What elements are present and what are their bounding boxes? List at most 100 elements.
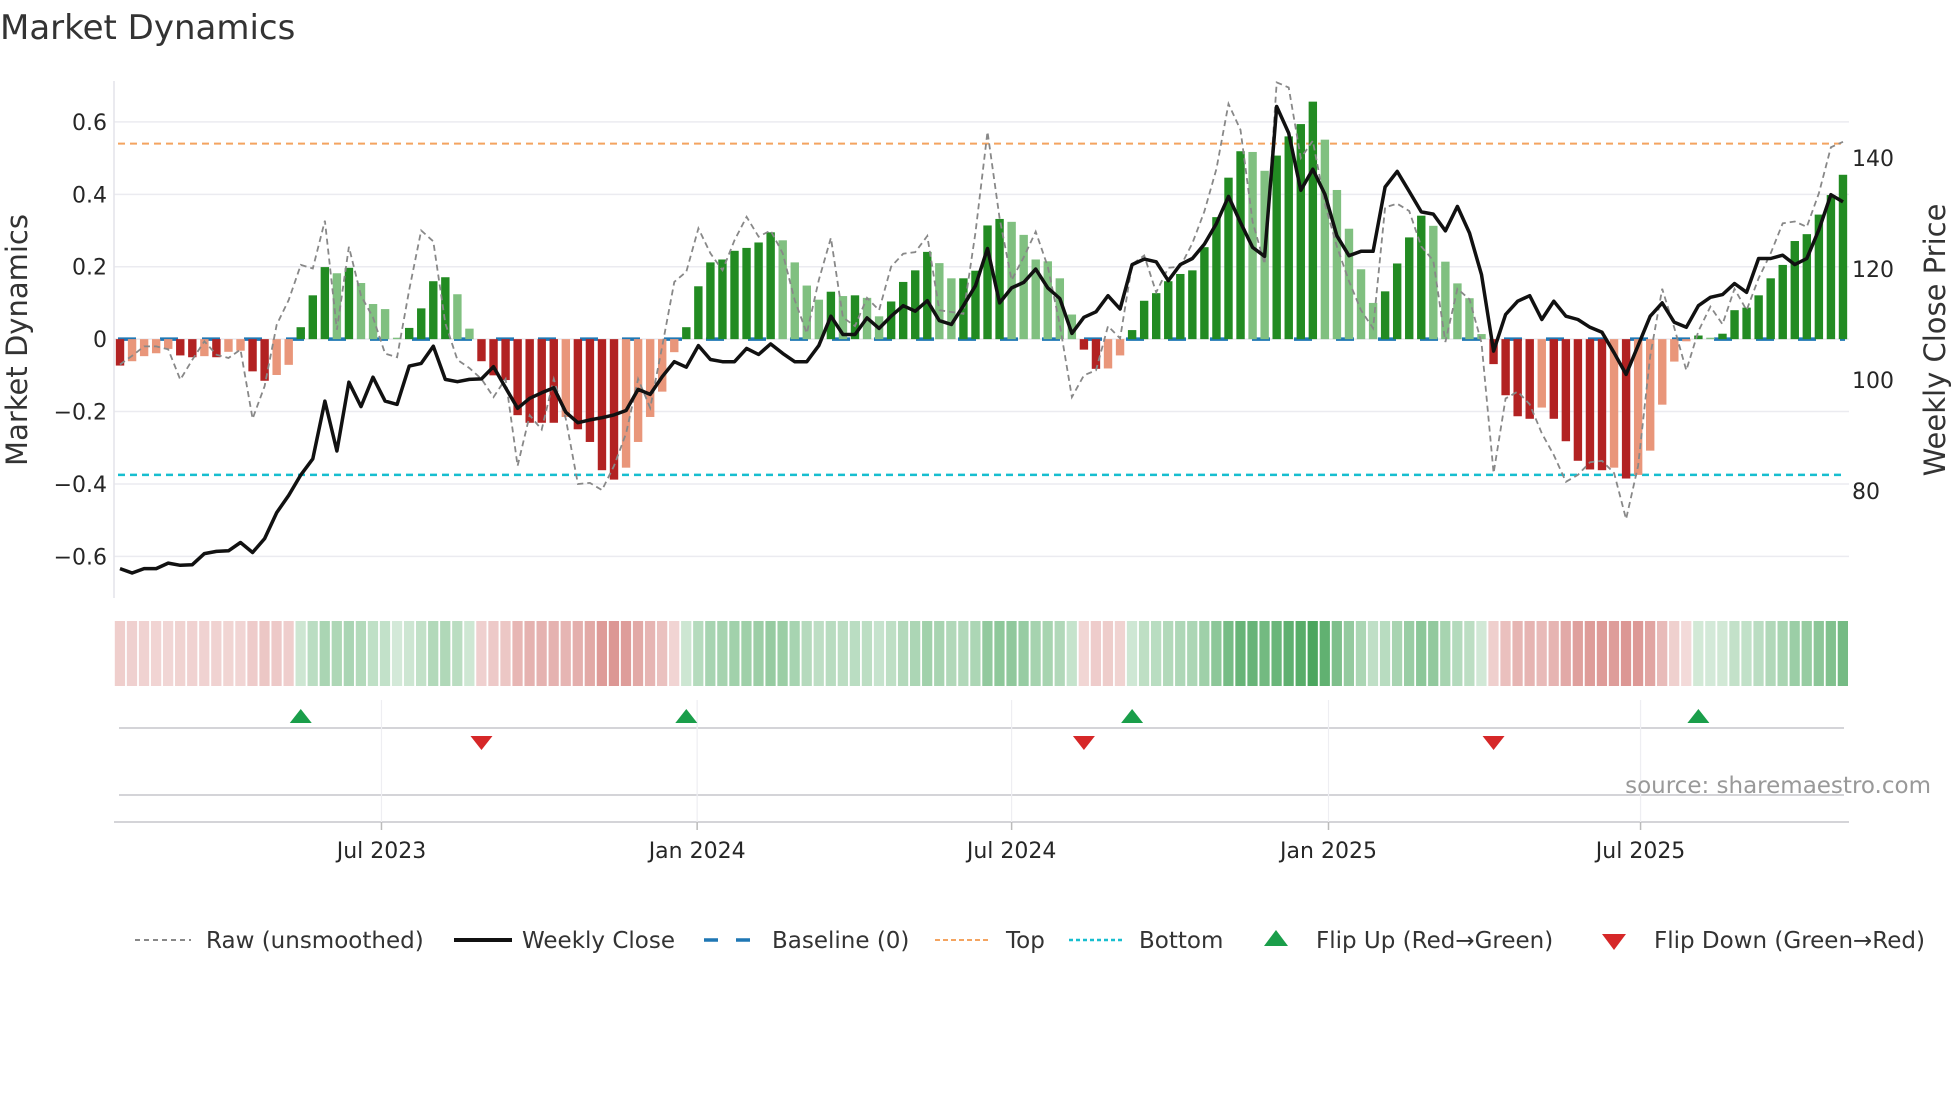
momentum-bar [983, 225, 992, 340]
x-tick-label: Jan 2024 [647, 839, 746, 864]
heat-cell [644, 621, 656, 686]
heat-cell [1608, 621, 1620, 686]
heat-cell [1163, 621, 1174, 686]
momentum-bar [1597, 339, 1607, 471]
heat-cell [476, 621, 487, 686]
heat-cell [1247, 621, 1258, 686]
heat-cell [1729, 621, 1740, 686]
momentum-bar [501, 339, 510, 381]
heat-cell [126, 621, 138, 686]
x-tick-label: Jan 2025 [1278, 839, 1377, 864]
heat-cell [1693, 621, 1704, 686]
heat-cell [970, 621, 981, 686]
momentum-bar [1380, 291, 1390, 340]
heat-cell [825, 621, 836, 686]
heat-cell [1632, 621, 1644, 686]
momentum-bar [224, 339, 233, 352]
momentum-bar [308, 295, 318, 340]
momentum-bar [453, 294, 462, 340]
legend-label-raw: Raw (unsmoothed) [206, 928, 424, 954]
momentum-bar [465, 328, 474, 340]
heat-cell [1102, 621, 1114, 686]
heat-cell [620, 621, 632, 686]
heat-cell [367, 621, 379, 686]
momentum-bar [1826, 195, 1836, 340]
heat-cell [548, 621, 559, 686]
momentum-bar [1043, 261, 1052, 340]
chart-title: Market Dynamics [0, 8, 295, 48]
momentum-bar [1754, 295, 1763, 340]
heat-cell [1404, 621, 1415, 686]
heat-cell [223, 621, 234, 686]
heat-cell [1669, 621, 1680, 686]
heat-cell [1066, 621, 1077, 686]
momentum-bar [1007, 221, 1016, 340]
heat-cell [162, 621, 174, 686]
momentum-bar [1790, 241, 1799, 340]
momentum-bar [525, 339, 534, 423]
heat-cell [175, 621, 186, 686]
legend-label-baseline: Baseline (0) [772, 928, 909, 954]
heat-cell [440, 621, 451, 686]
momentum-bar [248, 339, 257, 372]
heat-cell [1512, 621, 1523, 686]
heat-cell [199, 621, 210, 686]
y2-tick-label: 120 [1852, 258, 1894, 283]
momentum-bar [1573, 339, 1583, 461]
momentum-bar [320, 267, 330, 340]
heat-cell [271, 621, 282, 686]
heat-cell [1006, 621, 1017, 686]
momentum-bar [670, 339, 679, 353]
momentum-bar [188, 339, 197, 358]
momentum-bar [537, 339, 546, 423]
x-tick-label: Jul 2025 [1594, 839, 1686, 864]
heat-cell [656, 621, 668, 686]
heat-cell [1391, 621, 1403, 686]
momentum-bar [1139, 300, 1149, 340]
heat-cell [1765, 621, 1776, 686]
momentum-bar [923, 251, 932, 340]
legend-label-close: Weekly Close [522, 928, 675, 954]
momentum-bar [164, 339, 173, 349]
heat-cell [1741, 621, 1752, 686]
heat-cell [1126, 621, 1138, 686]
momentum-bar [1682, 339, 1691, 342]
heat-cell [910, 621, 921, 686]
momentum-bar [754, 242, 763, 340]
heat-cell [1078, 621, 1089, 686]
y2-tick-label: 140 [1852, 147, 1894, 172]
x-tick-label: Jul 2023 [335, 839, 427, 864]
momentum-bar [1103, 339, 1113, 369]
momentum-bar [296, 327, 305, 340]
momentum-bar [911, 270, 920, 340]
heat-cell [1223, 621, 1234, 686]
heat-cell [1307, 621, 1318, 686]
momentum-bar [766, 232, 775, 340]
heat-cell [1452, 621, 1463, 686]
flip-up-marker [675, 709, 698, 723]
y2-tick-label: 80 [1852, 480, 1880, 505]
right-axis-title: Weekly Close Price [1918, 204, 1952, 477]
heat-cell [1283, 621, 1294, 686]
momentum-bar [1127, 330, 1137, 340]
momentum-bar [1164, 281, 1173, 340]
heat-cell [1801, 621, 1812, 686]
heat-cell [247, 621, 258, 686]
heat-cell [1789, 621, 1800, 686]
heat-cell [934, 621, 945, 686]
heat-cell [765, 621, 776, 686]
heat-cell [1657, 621, 1668, 686]
momentum-bar [947, 278, 956, 340]
heat-cell [1825, 621, 1836, 686]
momentum-bar [477, 339, 486, 362]
legend: Raw (unsmoothed) Weekly Close Baseline (0)… [135, 928, 1925, 954]
momentum-bar [1561, 339, 1571, 442]
heat-cell [1259, 621, 1270, 686]
momentum-bar [1778, 264, 1787, 340]
momentum-bar [1236, 151, 1245, 340]
heat-cell [1548, 621, 1559, 686]
momentum-bar [1332, 189, 1342, 340]
flip-down-marker [470, 736, 493, 750]
heat-cell [1837, 621, 1848, 686]
heat-cell [681, 621, 692, 686]
